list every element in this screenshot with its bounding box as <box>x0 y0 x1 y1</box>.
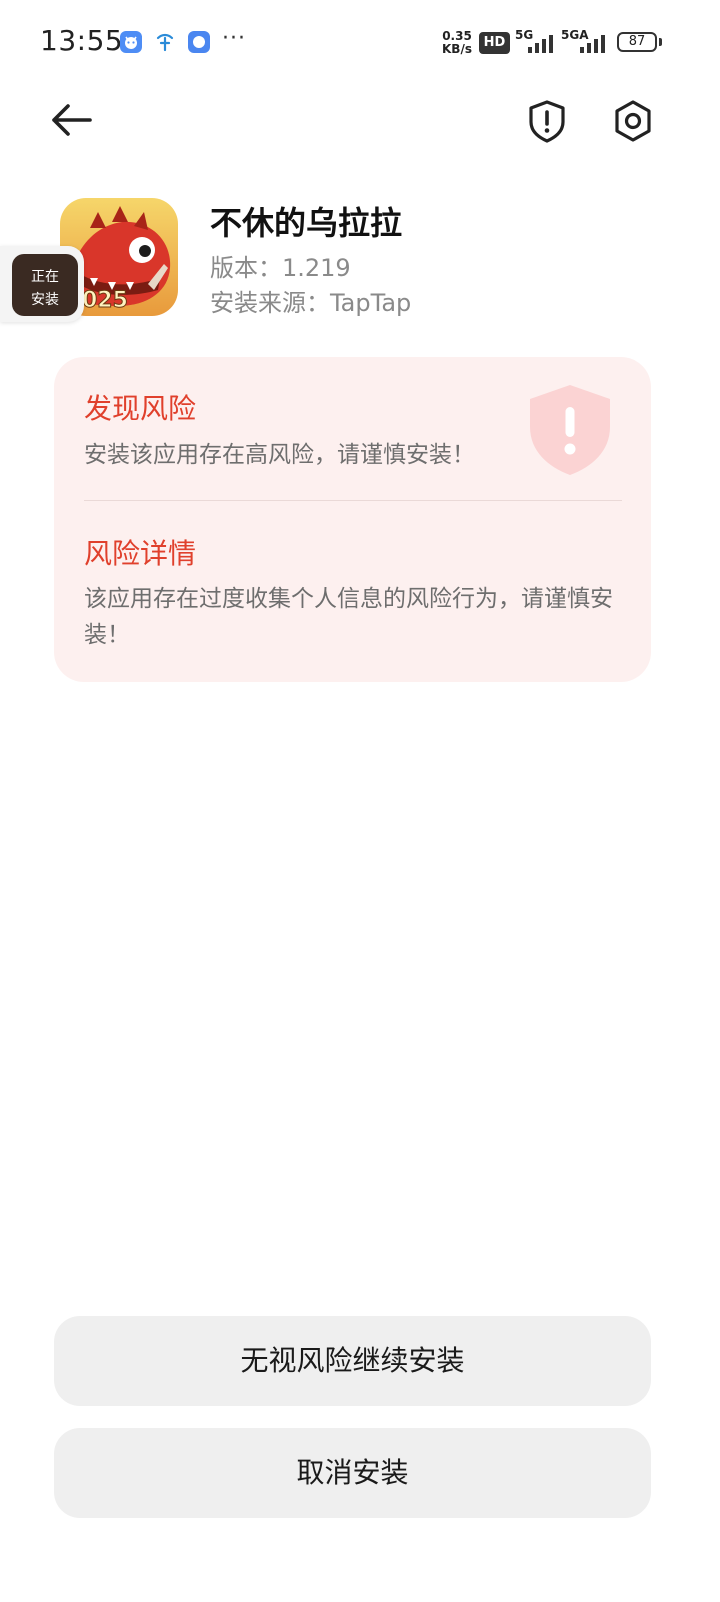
more-notifications-icon: ··· <box>222 26 246 51</box>
status-time: 13:55 <box>40 24 124 57</box>
battery-icon: 87 <box>617 32 657 52</box>
app-icon-badge: 025 <box>82 288 129 314</box>
gear-icon[interactable] <box>608 96 658 146</box>
network-speed: 0.35 KB/s <box>440 30 474 56</box>
risk-warning-card: 发现风险 安装该应用存在高风险，请谨慎安装！ 风险详情 该应用存在过度收集个人信… <box>54 357 651 682</box>
risk-found-title: 发现风险 <box>84 392 197 425</box>
signal-sim2-icon <box>580 35 605 53</box>
telecom-icon <box>156 33 174 52</box>
cancel-install-button[interactable]: 取消安装 <box>54 1428 651 1518</box>
risk-details-title: 风险详情 <box>84 537 197 570</box>
installing-line1: 正在 <box>31 269 59 285</box>
install-source: 安装来源：TapTap <box>210 289 412 317</box>
shield-exclamation-icon[interactable] <box>522 96 572 146</box>
install-screen: 13:55 ··· 0.35 KB/s HD 5G 5GA 87 025 不休的… <box>0 0 720 1602</box>
installing-floating-chip[interactable]: 正在 安装 <box>0 246 84 322</box>
hd-badge: HD <box>479 32 510 54</box>
battery-tip <box>659 38 662 46</box>
chat-app-icon <box>120 31 142 53</box>
signal-sim1-icon <box>528 35 553 53</box>
risk-divider <box>84 500 622 501</box>
app-version: 版本：1.219 <box>210 254 351 282</box>
installing-line2: 安装 <box>31 292 59 308</box>
installing-thumbnail: 正在 安装 <box>12 254 78 316</box>
app-name: 不休的乌拉拉 <box>210 204 403 242</box>
app-notification-icon <box>188 31 210 53</box>
risk-found-description: 安装该应用存在高风险，请谨慎安装！ <box>84 442 475 468</box>
risk-details-description: 该应用存在过度收集个人信息的风险行为，请谨慎安装！ <box>84 586 613 648</box>
ignore-risk-continue-button[interactable]: 无视风险继续安装 <box>54 1316 651 1406</box>
installing-status: 正在 安装 <box>12 266 78 312</box>
status-bar: 13:55 ··· 0.35 KB/s HD 5G 5GA 87 <box>0 0 720 86</box>
network-speed-unit: KB/s <box>442 42 472 56</box>
arrow-left-icon[interactable] <box>44 96 100 144</box>
